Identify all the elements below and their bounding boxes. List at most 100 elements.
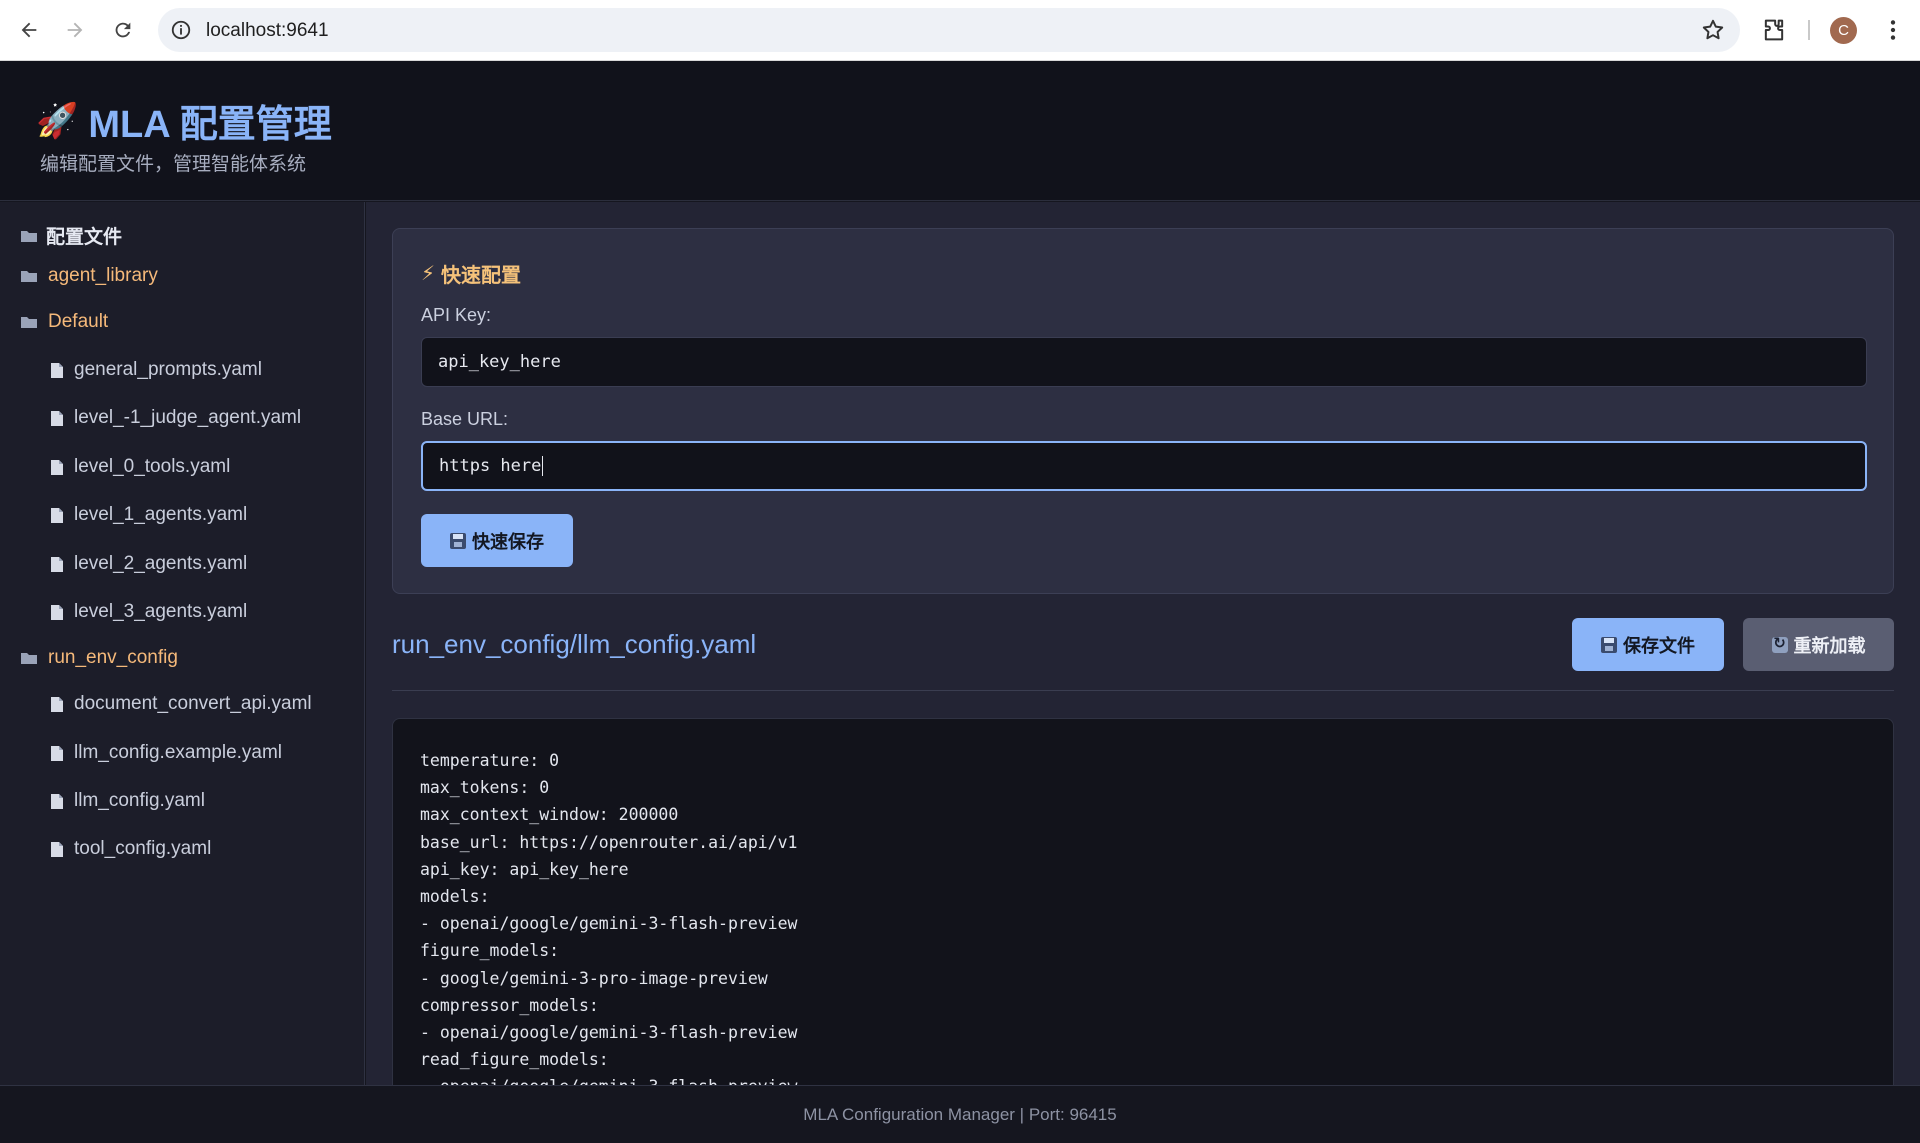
sidebar-folder[interactable]: Default (20, 308, 108, 336)
code-line: models: (420, 887, 490, 907)
file-icon (51, 507, 63, 523)
sidebar-item-label: llm_config.yaml (74, 790, 205, 811)
quick-config-title: ⚡ 快速配置 (421, 259, 521, 288)
file-icon (51, 362, 63, 378)
code-line: compressor_models: (420, 995, 599, 1015)
file-icon (51, 696, 63, 712)
file-icon (51, 459, 63, 475)
sidebar-item-label: level_2_agents.yaml (74, 553, 248, 574)
code-line: api_key: api_key_here (420, 859, 629, 879)
site-info-icon[interactable] (170, 19, 192, 41)
arrow-left-icon (21, 22, 37, 38)
reload-button[interactable] (106, 13, 140, 47)
editor-file-path: run_env_config/llm_config.yaml (392, 629, 757, 659)
quick-config-title-text: 快速配置 (441, 265, 522, 287)
file-icon (51, 745, 63, 761)
page-title-text: MLA 配置管理 (88, 104, 332, 146)
lightning-icon: ⚡ (421, 263, 436, 285)
code-line: temperature: 0 (420, 751, 560, 770)
folder-icon (21, 230, 37, 242)
sidebar-item-label: run_env_config (48, 647, 178, 668)
file-icon (51, 604, 63, 620)
save-file-button[interactable]: 保存文件 (1572, 618, 1724, 671)
back-button[interactable] (12, 13, 46, 47)
bookmark-star-icon[interactable] (1700, 17, 1726, 43)
sidebar-file[interactable]: llm_config.yaml (50, 787, 205, 815)
divider (392, 690, 1894, 691)
file-icon (51, 556, 63, 572)
sidebar: 配置文件 agent_library Default general_prompts… (0, 202, 365, 1085)
code-line: - openai/google/gemini-3-flash-preview (420, 1023, 798, 1043)
extensions-icon[interactable] (1760, 16, 1788, 44)
sidebar-item-label: document_convert_api.yaml (74, 693, 312, 714)
sidebar-file[interactable]: tool_config.yaml (50, 835, 211, 863)
quick-config-card: ⚡ 快速配置 API Key: api_key_here Base URL: h… (392, 228, 1894, 594)
sidebar-item-label: level_1_agents.yaml (74, 504, 248, 525)
quick-save-label: 快速保存 (472, 531, 544, 552)
save-disk-icon (1601, 636, 1617, 653)
sidebar-file[interactable]: level_3_agents.yaml (50, 598, 247, 626)
code-line: read_figure_models: (420, 1050, 609, 1070)
sidebar-item-label: level_0_tools.yaml (74, 456, 231, 477)
app-header: 🚀 MLA 配置管理 编辑配置文件，管理智能体系统 (0, 61, 1920, 201)
sidebar-folder[interactable]: agent_library (20, 262, 158, 290)
browser-toolbar: localhost:9641 C (0, 0, 1920, 61)
sidebar-file[interactable]: level_-1_judge_agent.yaml (50, 404, 301, 432)
file-icon (51, 410, 63, 426)
base-url-value: https here (439, 456, 542, 476)
code-line: figure_models: (420, 941, 560, 961)
reload-icon (1771, 634, 1788, 653)
sidebar-title: 配置文件 (20, 222, 122, 249)
page-subtitle: 编辑配置文件，管理智能体系统 (40, 154, 307, 175)
sidebar-item-label: level_3_agents.yaml (74, 601, 248, 622)
forward-button[interactable] (58, 13, 92, 47)
save-disk-icon (450, 532, 466, 549)
sidebar-item-label: level_-1_judge_agent.yaml (74, 407, 302, 428)
sidebar-item-label: general_prompts.yaml (74, 359, 262, 380)
arrow-right-icon (67, 22, 83, 38)
refresh-icon (115, 22, 131, 38)
text-caret (542, 456, 544, 476)
reload-file-label: 重新加载 (1793, 635, 1866, 656)
base-url-input[interactable]: https here (421, 441, 1867, 491)
sidebar-file[interactable]: llm_config.example.yaml (50, 739, 282, 767)
file-icon (51, 841, 63, 857)
sidebar-item-label: tool_config.yaml (74, 838, 212, 859)
yaml-editor[interactable]: temperature: 0 max_tokens: 0 max_context_w… (392, 718, 1894, 1085)
quick-save-button[interactable]: 快速保存 (421, 514, 573, 567)
code-line: - google/gemini-3-pro-image-preview (420, 968, 768, 988)
folder-icon (21, 653, 37, 664)
sidebar-title-text: 配置文件 (46, 227, 123, 248)
page-title: 🚀 MLA 配置管理 (36, 93, 332, 148)
rocket-icon: 🚀 (36, 101, 79, 140)
main-content: ⚡ 快速配置 API Key: api_key_here Base URL: h… (366, 202, 1920, 1085)
base-url-label: Base URL: (421, 409, 509, 429)
code-line: max_context_window: 200000 (420, 805, 679, 825)
sidebar-folder[interactable]: run_env_config (20, 644, 178, 672)
sidebar-item-label: agent_library (48, 265, 158, 286)
more-menu-icon[interactable] (1880, 16, 1906, 44)
address-bar[interactable]: localhost:9641 (158, 8, 1740, 52)
file-icon (51, 793, 63, 809)
code-line: - openai/google/gemini-3-flash-preview (420, 1073, 1866, 1085)
sidebar-file[interactable]: document_convert_api.yaml (50, 690, 312, 718)
reload-file-button[interactable]: 重新加载 (1743, 618, 1894, 671)
sidebar-file[interactable]: general_prompts.yaml (50, 356, 262, 384)
footer-text: MLA Configuration Manager | Port: 96415 (803, 1104, 1117, 1124)
sidebar-file[interactable]: level_1_agents.yaml (50, 501, 247, 529)
code-line: max_tokens: 0 (420, 778, 550, 798)
folder-icon (21, 271, 37, 282)
sidebar-item-label: llm_config.example.yaml (74, 742, 283, 763)
folder-icon (21, 317, 37, 328)
footer: MLA Configuration Manager | Port: 96415 (0, 1085, 1920, 1143)
sidebar-item-label: Default (48, 311, 109, 332)
sidebar-file[interactable]: level_2_agents.yaml (50, 550, 247, 578)
code-line: base_url: https://openrouter.ai/api/v1 (420, 832, 798, 852)
code-line: - openai/google/gemini-3-flash-preview (420, 914, 798, 934)
toolbar-divider (1808, 20, 1810, 40)
save-file-label: 保存文件 (1623, 635, 1695, 656)
api-key-input[interactable]: api_key_here (421, 337, 1867, 387)
url-text: localhost:9641 (206, 20, 329, 41)
sidebar-file[interactable]: level_0_tools.yaml (50, 453, 230, 481)
profile-avatar[interactable]: C (1830, 17, 1857, 44)
